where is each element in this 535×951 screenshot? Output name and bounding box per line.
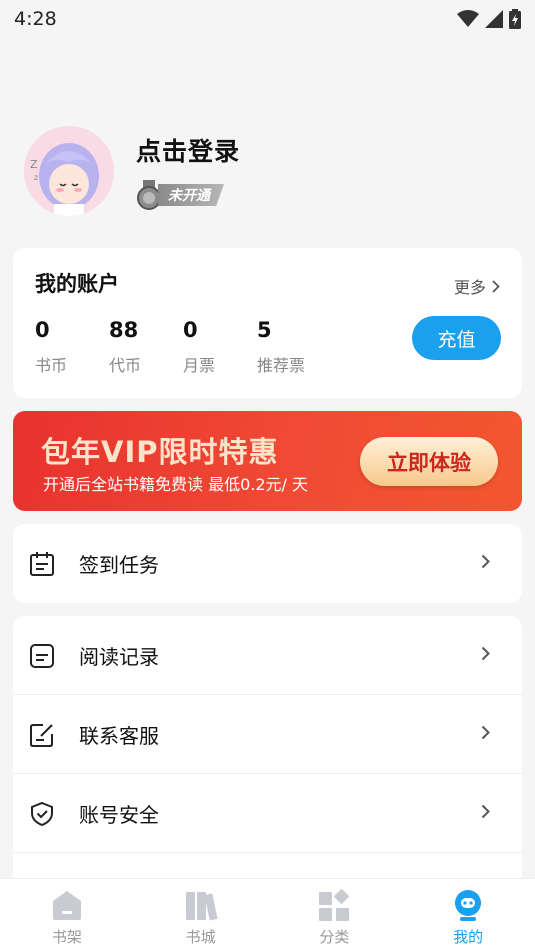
svg-text:z: z — [34, 173, 38, 182]
status-icons — [457, 9, 521, 29]
vip-promo-title: 包年VIP限时特惠 — [41, 435, 279, 469]
svg-text:Z: Z — [30, 158, 38, 171]
chevron-right-icon — [481, 646, 490, 661]
menu-card: 阅读记录 联系客服 账号安全 — [13, 616, 522, 886]
stat-shubi[interactable]: 0 书币 — [35, 318, 109, 376]
bookstore-icon — [183, 887, 219, 923]
menu-item-account-security[interactable]: 账号安全 — [13, 774, 522, 853]
calendar-icon — [29, 551, 55, 577]
tab-label: 分类 — [319, 928, 350, 946]
chevron-right-icon — [492, 279, 500, 293]
stat-yuepiao[interactable]: 0 月票 — [183, 318, 257, 376]
stat-label: 月票 — [183, 356, 216, 375]
chevron-right-icon — [481, 804, 490, 819]
vip-status-label: 未开通 — [158, 184, 224, 206]
stat-tuijianpiao[interactable]: 5 推荐票 — [257, 318, 331, 376]
stat-label: 推荐票 — [257, 356, 306, 375]
account-card: 我的账户 更多 0 书币 88 代币 0 月票 5 推荐票 充值 — [13, 248, 522, 398]
signal-icon — [485, 10, 503, 28]
stat-value: 88 — [109, 318, 139, 342]
account-title: 我的账户 — [35, 272, 119, 296]
account-stats: 0 书币 88 代币 0 月票 5 推荐票 — [35, 318, 331, 376]
status-bar: 4:28 — [0, 0, 535, 38]
profile-header[interactable]: Z z 点击登录 未开通 — [24, 125, 504, 217]
menu-item-reading-history[interactable]: 阅读记录 — [13, 616, 522, 695]
status-time: 4:28 — [14, 8, 57, 30]
bottom-tab-bar: 书架 书城 分类 我的 — [0, 878, 535, 951]
stat-daibi[interactable]: 88 代币 — [109, 318, 183, 376]
tab-label: 书城 — [185, 928, 216, 946]
category-icon — [316, 887, 352, 923]
stat-value: 0 — [35, 318, 50, 342]
more-link[interactable]: 更多 — [454, 274, 500, 298]
tab-label: 我的 — [453, 928, 484, 946]
vip-promo-subtitle: 开通后全站书籍免费读 最低0.2元/ 天 — [43, 475, 309, 494]
tab-bookshelf[interactable]: 书架 — [0, 879, 134, 951]
menu-item-label: 签到任务 — [79, 553, 159, 577]
try-now-button[interactable]: 立即体验 — [360, 437, 498, 486]
stat-value: 0 — [183, 318, 198, 342]
menu-item-checkin[interactable]: 签到任务 — [13, 524, 522, 603]
menu-item-label: 账号安全 — [79, 803, 159, 827]
menu-item-label: 阅读记录 — [79, 645, 159, 669]
stat-label: 代币 — [109, 356, 142, 375]
tab-category[interactable]: 分类 — [268, 879, 402, 951]
wifi-icon — [457, 10, 479, 27]
menu-item-customer-service[interactable]: 联系客服 — [13, 695, 522, 774]
tab-label: 书架 — [51, 928, 82, 946]
bookshelf-icon — [49, 887, 85, 923]
shield-icon — [29, 801, 55, 827]
vip-promo-banner[interactable]: 包年VIP限时特惠 开通后全站书籍免费读 最低0.2元/ 天 立即体验 — [13, 411, 522, 511]
stat-value: 5 — [257, 318, 272, 342]
history-icon — [29, 643, 55, 669]
battery-icon — [509, 9, 521, 29]
avatar[interactable]: Z z — [24, 126, 114, 216]
chevron-right-icon — [481, 554, 490, 569]
profile-icon — [450, 887, 486, 923]
recharge-button[interactable]: 充值 — [412, 316, 501, 360]
edit-icon — [29, 722, 55, 748]
chevron-right-icon — [481, 725, 490, 740]
divider — [13, 852, 522, 853]
vip-status-badge: 未开通 — [136, 180, 240, 210]
stat-label: 书币 — [35, 356, 68, 375]
checkin-card: 签到任务 — [13, 524, 522, 603]
login-prompt[interactable]: 点击登录 — [136, 132, 240, 168]
tab-bookstore[interactable]: 书城 — [134, 879, 268, 951]
more-label: 更多 — [453, 278, 486, 297]
menu-item-label: 联系客服 — [79, 724, 159, 748]
tab-profile[interactable]: 我的 — [401, 879, 535, 951]
